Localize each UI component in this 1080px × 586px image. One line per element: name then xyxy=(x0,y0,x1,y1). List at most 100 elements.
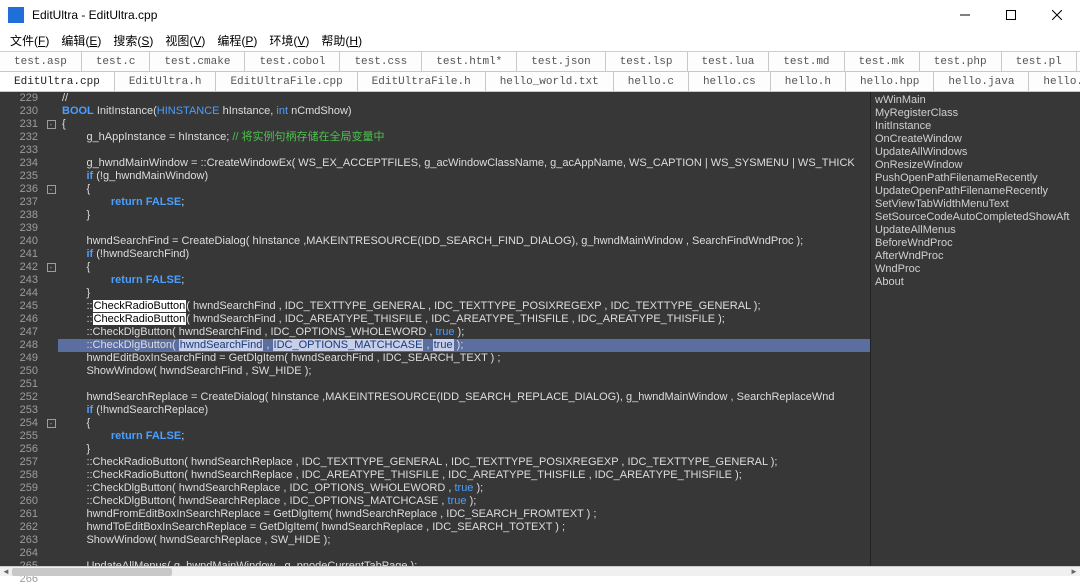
fold-marker[interactable]: - xyxy=(44,183,58,196)
fold-marker[interactable] xyxy=(44,131,58,144)
code-line[interactable]: { xyxy=(58,118,870,131)
file-tab[interactable]: test.lua xyxy=(688,52,770,71)
code-line[interactable] xyxy=(58,378,870,391)
fold-marker[interactable] xyxy=(44,495,58,508)
maximize-button[interactable] xyxy=(988,0,1034,30)
fold-marker[interactable]: - xyxy=(44,261,58,274)
symbol-item[interactable]: MyRegisterClass xyxy=(875,107,1076,120)
file-tab[interactable]: hello.hpp xyxy=(846,72,934,91)
code-line[interactable]: ::CheckDlgButton( hwndSearchFind , IDC_O… xyxy=(58,326,870,339)
symbol-item[interactable]: SetSourceCodeAutoCompletedShowAft xyxy=(875,211,1076,224)
file-tab[interactable]: test.asp xyxy=(0,52,82,71)
fold-marker[interactable] xyxy=(44,209,58,222)
scrollbar-thumb[interactable] xyxy=(12,568,172,576)
fold-marker[interactable] xyxy=(44,313,58,326)
code-line[interactable] xyxy=(58,547,870,560)
menu-item-5[interactable]: 环境(V) xyxy=(263,30,315,51)
symbol-item[interactable]: UpdateAllWindows xyxy=(875,146,1076,159)
menu-item-3[interactable]: 视图(V) xyxy=(159,30,211,51)
fold-marker[interactable] xyxy=(44,404,58,417)
file-tab[interactable]: test.cobol xyxy=(245,52,340,71)
file-tab[interactable]: hello_world.txt xyxy=(486,72,614,91)
code-line[interactable]: hwndFromEditBoxInSearchReplace = GetDlgI… xyxy=(58,508,870,521)
file-tab[interactable]: test.php xyxy=(920,52,1002,71)
code-line[interactable]: ::CheckRadioButton( hwndSearchReplace , … xyxy=(58,469,870,482)
code-line[interactable]: hwndEditBoxInSearchFind = GetDlgItem( hw… xyxy=(58,352,870,365)
file-tab[interactable]: test.lsp xyxy=(606,52,688,71)
menu-item-0[interactable]: 文件(F) xyxy=(4,30,55,51)
file-tab[interactable]: EditUltra.cpp xyxy=(0,72,115,91)
file-tab[interactable]: hello.c xyxy=(614,72,689,91)
file-tab[interactable]: hello.h xyxy=(771,72,846,91)
code-line[interactable] xyxy=(58,144,870,157)
fold-marker[interactable] xyxy=(44,469,58,482)
symbol-item[interactable]: UpdateAllMenus xyxy=(875,224,1076,237)
code-line[interactable]: return FALSE; xyxy=(58,274,870,287)
fold-marker[interactable] xyxy=(44,534,58,547)
code-line[interactable]: return FALSE; xyxy=(58,430,870,443)
fold-marker[interactable] xyxy=(44,105,58,118)
symbol-item[interactable]: BeforeWndProc xyxy=(875,237,1076,250)
fold-marker[interactable] xyxy=(44,365,58,378)
code-line[interactable]: // xyxy=(58,92,870,105)
file-tab[interactable]: test.css xyxy=(340,52,422,71)
fold-marker[interactable] xyxy=(44,235,58,248)
fold-marker[interactable] xyxy=(44,274,58,287)
fold-marker[interactable] xyxy=(44,378,58,391)
fold-marker[interactable] xyxy=(44,339,58,352)
file-tab[interactable]: test.c xyxy=(82,52,151,71)
file-tab[interactable]: test.md xyxy=(769,52,844,71)
horizontal-scrollbar[interactable]: ◄ ► xyxy=(0,566,1080,576)
symbol-item[interactable]: InitInstance xyxy=(875,120,1076,133)
fold-marker[interactable] xyxy=(44,482,58,495)
code-line[interactable]: return FALSE; xyxy=(58,196,870,209)
symbol-item[interactable]: SetViewTabWidthMenuText xyxy=(875,198,1076,211)
file-tab[interactable]: test.html* xyxy=(422,52,517,71)
code-line[interactable]: } xyxy=(58,287,870,300)
fold-marker[interactable] xyxy=(44,144,58,157)
symbol-item[interactable]: wWinMain xyxy=(875,94,1076,107)
fold-marker[interactable] xyxy=(44,170,58,183)
file-tab[interactable]: test.json xyxy=(517,52,605,71)
code-line[interactable]: } xyxy=(58,443,870,456)
fold-marker[interactable] xyxy=(44,430,58,443)
code-line[interactable]: g_hAppInstance = hInstance; // 将实例句柄存储在全… xyxy=(58,131,870,144)
code-line[interactable]: ::CheckRadioButton( hwndSearchFind , IDC… xyxy=(58,313,870,326)
file-tab[interactable]: test.mk xyxy=(845,52,920,71)
fold-marker[interactable] xyxy=(44,300,58,313)
code-line[interactable]: ::CheckDlgButton( hwndSearchReplace , ID… xyxy=(58,495,870,508)
symbol-item[interactable]: AfterWndProc xyxy=(875,250,1076,263)
symbol-item[interactable]: WndProc xyxy=(875,263,1076,276)
close-button[interactable] xyxy=(1034,0,1080,30)
fold-gutter[interactable]: - - - - xyxy=(44,92,58,566)
file-tab[interactable]: EditUltra.h xyxy=(115,72,217,91)
file-tab[interactable]: test.pl xyxy=(1002,52,1077,71)
fold-marker[interactable] xyxy=(44,391,58,404)
fold-marker[interactable]: - xyxy=(44,417,58,430)
code-line[interactable]: } xyxy=(58,209,870,222)
code-line[interactable] xyxy=(58,222,870,235)
fold-marker[interactable] xyxy=(44,456,58,469)
fold-marker[interactable] xyxy=(44,196,58,209)
fold-marker[interactable] xyxy=(44,287,58,300)
file-tab[interactable]: EditUltraFile.cpp xyxy=(216,72,357,91)
fold-marker[interactable] xyxy=(44,92,58,105)
file-tab[interactable]: test.cmake xyxy=(150,52,245,71)
menu-item-4[interactable]: 编程(P) xyxy=(211,30,263,51)
file-tab[interactable]: hello.cs xyxy=(689,72,771,91)
fold-marker[interactable]: - xyxy=(44,118,58,131)
fold-marker[interactable] xyxy=(44,508,58,521)
code-editor[interactable]: //BOOL InitInstance(HINSTANCE hInstance,… xyxy=(58,92,870,566)
symbol-item[interactable]: OnResizeWindow xyxy=(875,159,1076,172)
code-line[interactable]: g_hwndMainWindow = ::CreateWindowEx( WS_… xyxy=(58,157,870,170)
code-line[interactable]: ShowWindow( hwndSearchFind , SW_HIDE ); xyxy=(58,365,870,378)
code-line[interactable]: if (!hwndSearchFind) xyxy=(58,248,870,261)
fold-marker[interactable] xyxy=(44,326,58,339)
fold-marker[interactable] xyxy=(44,521,58,534)
symbol-item[interactable]: PushOpenPathFilenameRecently xyxy=(875,172,1076,185)
symbol-item[interactable]: About xyxy=(875,276,1076,289)
symbol-item[interactable]: UpdateOpenPathFilenameRecently xyxy=(875,185,1076,198)
menu-item-1[interactable]: 编辑(E) xyxy=(55,30,107,51)
fold-marker[interactable] xyxy=(44,222,58,235)
code-line[interactable]: ::CheckRadioButton( hwndSearchReplace , … xyxy=(58,456,870,469)
